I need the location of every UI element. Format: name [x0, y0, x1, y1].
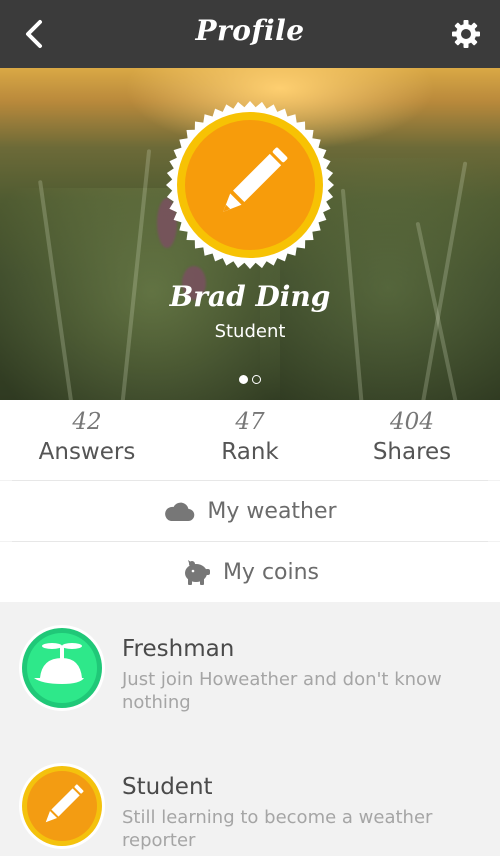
achievement-title: Student — [122, 774, 213, 800]
piggy-bank-icon — [184, 560, 210, 585]
profile-name: Brad Ding — [169, 280, 331, 313]
pencil-icon — [19, 763, 105, 849]
cloud-icon — [165, 502, 195, 522]
page-dot[interactable] — [252, 375, 261, 384]
achievement-description: Just join Howeather and don't know nothi… — [122, 669, 442, 713]
stat-label: Rank — [221, 439, 279, 465]
my-coins-row[interactable]: My coins — [0, 542, 500, 602]
my-weather-label: My weather — [207, 498, 337, 524]
achievement-title: Freshman — [122, 636, 235, 662]
my-weather-row[interactable]: My weather — [0, 481, 500, 541]
stat-shares[interactable]: 404 Shares — [329, 400, 495, 465]
stats-bar: 42 Answers 47 Rank 404 Shares — [0, 400, 500, 480]
page-indicator — [0, 375, 500, 384]
stat-answers[interactable]: 42 Answers — [4, 400, 170, 465]
stat-value: 404 — [390, 409, 434, 435]
gear-icon[interactable] — [450, 18, 482, 50]
stat-label: Shares — [372, 439, 452, 465]
my-coins-label: My coins — [222, 559, 320, 585]
stat-rank[interactable]: 47 Rank — [167, 400, 333, 465]
profile-role: Student — [214, 321, 286, 342]
stat-label: Answers — [38, 439, 136, 465]
achievements-list: Freshman Just join Howeather and don't k… — [0, 602, 500, 856]
page-dot-active[interactable] — [239, 375, 248, 384]
page-title: Profile — [195, 14, 305, 47]
achievement-description: Still learning to become a weather repor… — [122, 807, 433, 851]
profile-header: Brad Ding Student — [0, 68, 500, 400]
propeller-cap-icon — [19, 625, 105, 711]
stat-value: 42 — [72, 409, 102, 435]
stat-value: 47 — [235, 409, 265, 435]
top-app-bar: Profile — [0, 0, 500, 68]
badge-pencil-icon — [166, 101, 334, 269]
